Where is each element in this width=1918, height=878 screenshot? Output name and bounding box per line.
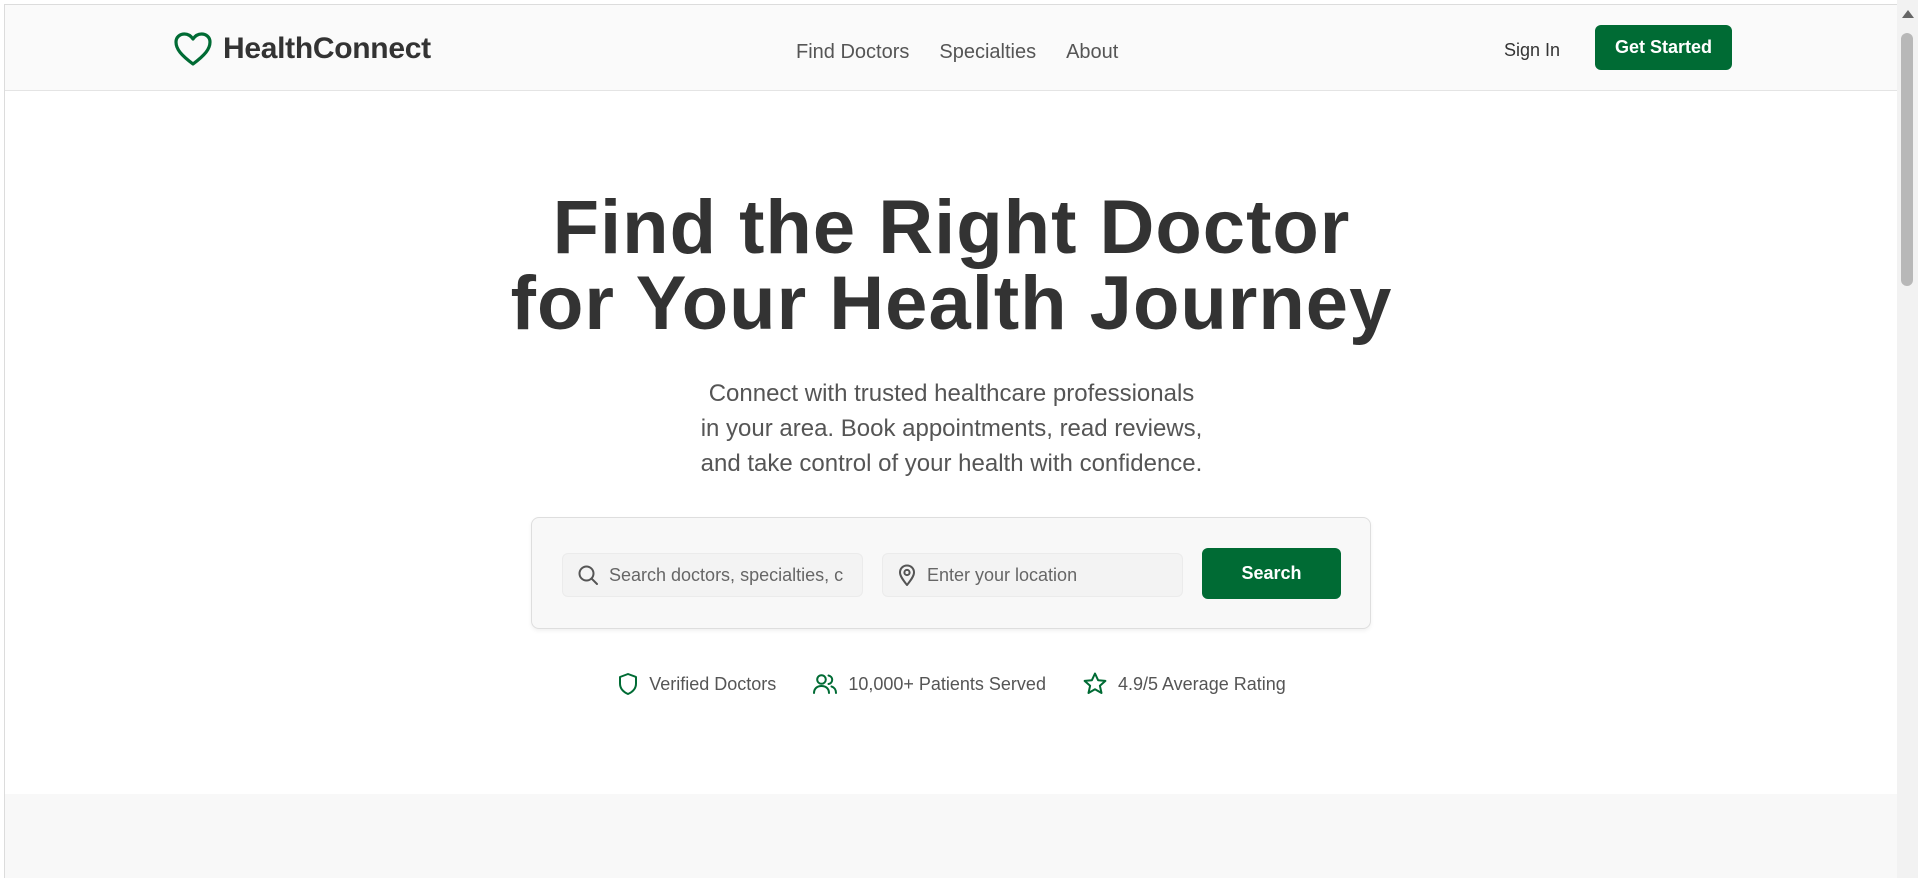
hero-subtitle-line: and take control of your health with con…: [700, 450, 1203, 477]
hero-subtitle-line: Connect with trusted healthcare professi…: [708, 380, 1195, 407]
scroll-thumb[interactable]: [1901, 33, 1913, 286]
hero-subtitle-line: in your area. Book appointments, read re…: [700, 415, 1203, 442]
search-icon: [578, 565, 598, 585]
heart-icon: [174, 32, 212, 66]
brand-name: HealthConnect: [223, 32, 431, 65]
doctor-search-field[interactable]: [562, 553, 863, 597]
badge-average-rating: 4.9/5 Average Rating: [1082, 671, 1286, 697]
badge-label: Verified Doctors: [649, 673, 777, 694]
browser-viewport: HealthConnect Find Doctors Specialties A…: [4, 4, 1897, 878]
trust-badges: Verified Doctors 10,000+ Patients Served…: [5, 671, 1897, 697]
shield-icon: [619, 673, 638, 695]
location-input[interactable]: [927, 564, 1167, 586]
badge-verified-doctors: Verified Doctors: [617, 672, 776, 696]
hero-title-line: Find the Right Doctor: [552, 185, 1351, 270]
star-icon: [1083, 672, 1107, 694]
badge-patients-served: 10,000+ Patients Served: [812, 672, 1046, 696]
main-nav: Find Doctors Specialties About: [796, 41, 1148, 64]
hero-subtitle: Connect with trusted healthcare professi…: [5, 376, 1897, 481]
scroll-up-arrow-icon[interactable]: [1902, 10, 1914, 18]
site-header: HealthConnect Find Doctors Specialties A…: [5, 5, 1897, 91]
page-scrollbar[interactable]: [1897, 0, 1918, 878]
search-card: Search: [531, 517, 1371, 629]
search-button[interactable]: Search: [1202, 548, 1341, 599]
logo[interactable]: HealthConnect: [173, 31, 431, 67]
nav-specialties[interactable]: Specialties: [939, 41, 1036, 64]
badge-label: 4.9/5 Average Rating: [1117, 673, 1286, 694]
nav-about[interactable]: About: [1066, 41, 1118, 64]
sign-in-link[interactable]: Sign In: [1504, 40, 1560, 61]
next-section-band: [5, 794, 1897, 878]
hero-title: Find the Right Doctor for Your Health Jo…: [5, 190, 1897, 342]
nav-find-doctors[interactable]: Find Doctors: [796, 41, 909, 64]
doctor-search-input[interactable]: [609, 564, 849, 586]
map-pin-icon: [899, 564, 915, 586]
location-field[interactable]: [882, 553, 1183, 597]
badge-label: 10,000+ Patients Served: [848, 673, 1046, 694]
hero-title-line: for Your Health Journey: [510, 261, 1393, 346]
users-icon: [813, 674, 838, 694]
get-started-button[interactable]: Get Started: [1595, 25, 1732, 70]
